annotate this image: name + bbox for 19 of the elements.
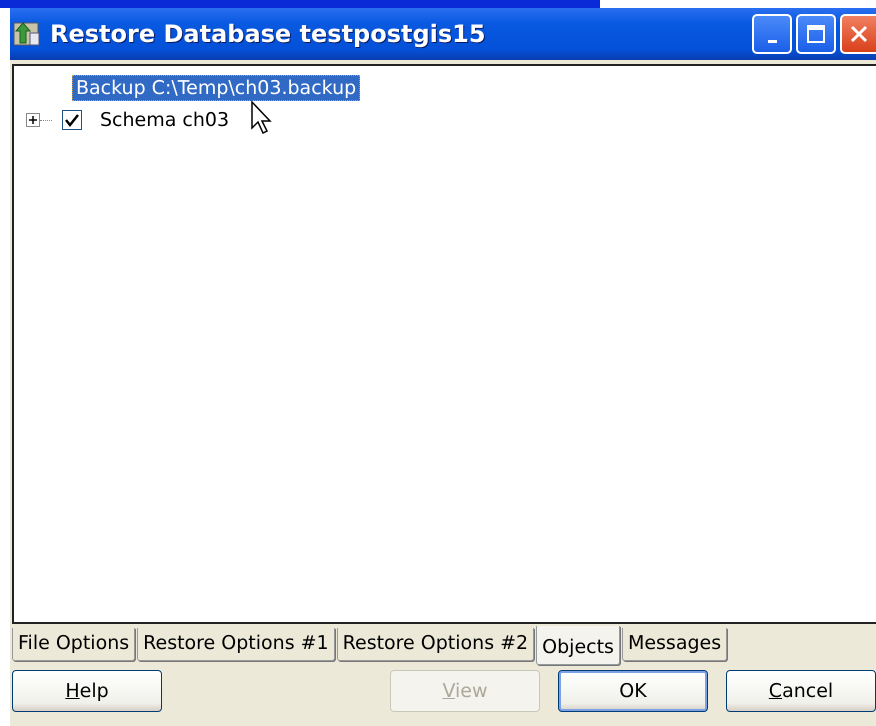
maximize-icon bbox=[806, 24, 826, 44]
window-title: Restore Database testpostgis15 bbox=[50, 20, 487, 48]
dialog-button[interactable]: Cancel bbox=[726, 670, 876, 712]
tab[interactable]: Objects bbox=[536, 626, 620, 665]
dialog-button[interactable]: Help bbox=[12, 670, 162, 712]
tab[interactable]: Messages bbox=[622, 628, 728, 661]
maximize-button[interactable] bbox=[796, 14, 836, 54]
tab[interactable]: Restore Options #1 bbox=[137, 628, 335, 661]
close-button[interactable] bbox=[840, 14, 876, 54]
close-icon bbox=[849, 24, 869, 44]
tree-item[interactable]: Backup C:\Temp\ch03.backup bbox=[72, 75, 360, 101]
expand-icon[interactable] bbox=[26, 113, 40, 127]
dialog-button[interactable]: OK bbox=[558, 670, 708, 712]
tab[interactable]: Restore Options #2 bbox=[336, 628, 534, 661]
checkbox[interactable] bbox=[62, 110, 82, 130]
minimize-icon bbox=[768, 40, 776, 42]
tab[interactable]: File Options bbox=[12, 628, 136, 661]
minimize-button[interactable] bbox=[752, 14, 792, 54]
tree-item[interactable]: Schema ch03 bbox=[96, 107, 234, 133]
